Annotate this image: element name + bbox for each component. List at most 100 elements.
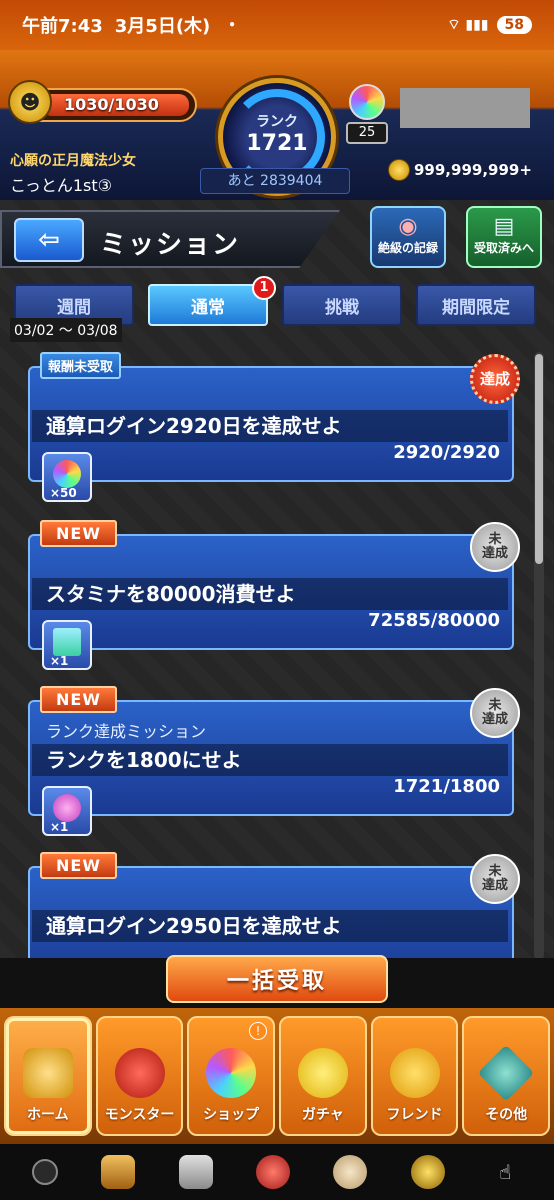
- nav-monster-label: モンスター: [104, 1107, 175, 1123]
- nav-friend[interactable]: フレンド: [370, 1016, 459, 1136]
- nav-home-label: ホーム: [27, 1107, 69, 1123]
- stamina-value: 1030/1030: [64, 95, 159, 114]
- tab-limited-label: 期間限定: [442, 297, 510, 318]
- gamepad-icon[interactable]: [31, 1159, 58, 1185]
- friend-icon: [389, 1048, 440, 1098]
- mission-item[interactable]: NEW スタミナを80000消費せよ 72585/80000 ×1 未 達成: [28, 520, 520, 670]
- reward-qty: ×1: [50, 654, 69, 668]
- game-header: 1030/1030 ☻ ランク 1721 あと 2839404 25 心願の正月…: [0, 50, 554, 200]
- not-achieved-stamp: 未 達成: [470, 854, 520, 904]
- book-icon: ▤: [493, 214, 515, 239]
- tab-challenge-label: 挑戦: [325, 297, 359, 318]
- nav-gacha[interactable]: ガチャ: [279, 1016, 367, 1136]
- rank-value: 1721: [246, 131, 308, 156]
- mission-name: 通算ログイン2950日を達成せよ: [32, 910, 508, 942]
- ticket-icon: [53, 628, 81, 656]
- stamina-icon: ☻: [8, 80, 52, 124]
- tab-limited[interactable]: 期間限定: [416, 284, 536, 326]
- reward-item: ×1: [42, 786, 92, 836]
- status-bar: 午前7:43 3月5日(木) • ⌔ ▮▮▮ 58: [0, 0, 554, 50]
- reward-qty: ×50: [50, 486, 77, 500]
- character-icon[interactable]: [255, 1155, 290, 1189]
- nav-shop[interactable]: ショップ !: [187, 1016, 276, 1136]
- mission-name: スタミナを80000消費せよ: [32, 578, 508, 610]
- signal-icon: ⌔ ▮▮▮: [447, 17, 489, 33]
- star-orb-icon: [53, 794, 81, 822]
- reward-item: ×1: [42, 620, 92, 670]
- battery-icon: 58: [496, 16, 532, 34]
- reward-item: ×50: [42, 452, 92, 502]
- mission-name: ランクを1800にせよ: [32, 744, 508, 776]
- status-date: 3月5日(木): [114, 16, 211, 37]
- record-button[interactable]: ◉ 絶級の記録: [370, 206, 446, 268]
- status-time: 午前7:43: [22, 16, 103, 37]
- orb-count: 25: [346, 122, 388, 144]
- achieved-stamp: 達成: [470, 354, 520, 404]
- date-range: 03/02 ～ 03/08: [10, 318, 122, 342]
- tab-normal[interactable]: 通常 1: [148, 276, 276, 326]
- nav-gacha-label: ガチャ: [301, 1107, 344, 1123]
- received-label: 受取済みへ: [473, 241, 534, 255]
- mission-progress: 72585/80000: [368, 610, 500, 631]
- shop-orb-icon: [206, 1048, 257, 1098]
- game-icon[interactable]: [410, 1155, 445, 1189]
- rank-next-exp: あと 2839404: [200, 168, 350, 194]
- back-button[interactable]: ⇦: [14, 218, 84, 262]
- nav-friend-label: フレンド: [386, 1107, 443, 1123]
- collect-all-button[interactable]: 一括受取: [166, 955, 388, 1003]
- gacha-egg-icon: [297, 1048, 348, 1098]
- mission-subtitle: ランク達成ミッション: [46, 722, 207, 741]
- player-name: こっとん1st③: [10, 176, 113, 195]
- rank-label: ランク: [256, 114, 298, 130]
- mission-item[interactable]: NEW ランク達成ミッション ランクを1800にせよ 1721/1800 ×1 …: [28, 686, 520, 836]
- tab-normal-label: 通常: [191, 297, 225, 318]
- system-dock: ☝: [0, 1144, 554, 1200]
- redacted-area: [400, 88, 530, 128]
- device-icon[interactable]: [178, 1155, 213, 1189]
- record-icon: ◉: [398, 214, 418, 239]
- alert-icon: !: [249, 1022, 268, 1040]
- mission-tag: NEW: [40, 852, 117, 879]
- cookie-icon[interactable]: [333, 1155, 368, 1189]
- nav-monster[interactable]: モンスター: [95, 1016, 184, 1136]
- scrollbar-thumb[interactable]: [535, 354, 543, 564]
- other-icon: [477, 1044, 535, 1102]
- mission-tag: NEW: [40, 686, 117, 713]
- home-icon: [22, 1048, 73, 1098]
- scroll-icon[interactable]: [101, 1155, 136, 1189]
- orb-icon: [53, 460, 81, 488]
- bottom-nav: ホーム モンスター ショップ ! ガチャ フレンド その他: [0, 1008, 554, 1144]
- page-title: ミッション: [100, 230, 241, 260]
- mission-list: 報酬未受取 通算ログイン2920日を達成せよ 2920/2920 ×50 達成 …: [28, 352, 524, 960]
- player-title: 心願の正月魔法少女: [10, 153, 136, 169]
- tab-normal-badge: 1: [252, 276, 276, 300]
- collect-area: 一括受取: [0, 955, 554, 1008]
- mission-tag: 報酬未受取: [40, 352, 122, 379]
- mission-progress: 2920/2920: [393, 442, 500, 463]
- monster-icon: [114, 1048, 165, 1098]
- tab-weekly-label: 週間: [57, 297, 91, 318]
- status-dot: •: [228, 18, 236, 32]
- nav-shop-label: ショップ: [203, 1107, 260, 1123]
- mission-tag: NEW: [40, 520, 117, 547]
- coin-icon: [388, 159, 410, 181]
- nav-other-label: その他: [485, 1107, 528, 1123]
- not-achieved-stamp: 未 達成: [470, 688, 520, 738]
- orb-counter[interactable]: 25: [346, 84, 388, 144]
- touch-lock-icon[interactable]: ☝: [488, 1155, 522, 1189]
- mission-progress: 1721/1800: [393, 776, 500, 797]
- coin-counter: 999,999,999+: [388, 159, 532, 181]
- orb-icon: [349, 84, 385, 120]
- nav-home[interactable]: ホーム: [4, 1016, 92, 1136]
- mission-item[interactable]: 報酬未受取 通算ログイン2920日を達成せよ 2920/2920 ×50 達成: [28, 352, 520, 502]
- mission-item[interactable]: NEW 通算ログイン2950日を達成せよ 未 達成: [28, 852, 520, 960]
- nav-other[interactable]: その他: [462, 1016, 551, 1136]
- not-achieved-stamp: 未 達成: [470, 522, 520, 572]
- tab-challenge[interactable]: 挑戦: [282, 284, 402, 326]
- scrollbar[interactable]: [534, 352, 544, 960]
- mission-name: 通算ログイン2920日を達成せよ: [32, 410, 508, 442]
- received-button[interactable]: ▤ 受取済みへ: [466, 206, 542, 268]
- reward-qty: ×1: [50, 820, 69, 834]
- record-label: 絶級の記録: [377, 241, 438, 255]
- mission-screen: ⇦ ミッション ◉ 絶級の記録 ▤ 受取済みへ 週間 通常 1 挑戦 期間限定 …: [0, 200, 554, 960]
